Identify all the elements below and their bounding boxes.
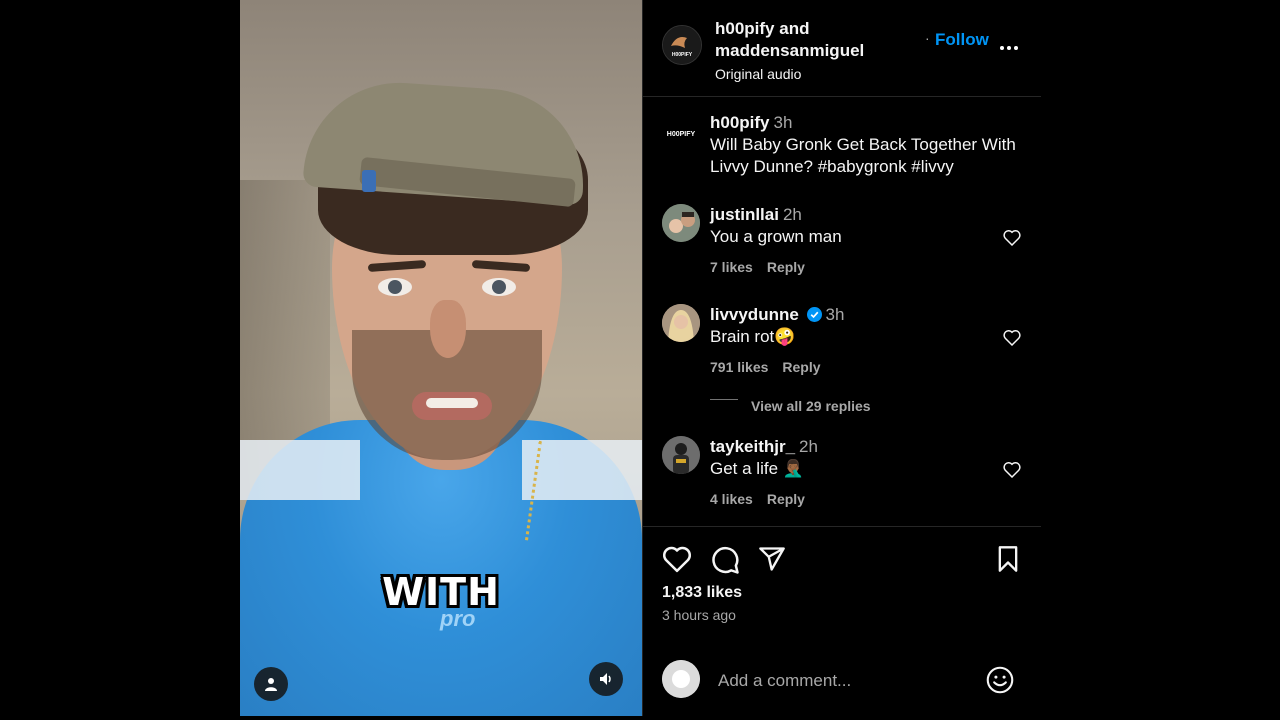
video-person-nose bbox=[430, 300, 466, 358]
post-panel: H00PIFY h00pify and maddensanmiguel Orig… bbox=[642, 0, 1041, 716]
comment-icon[interactable] bbox=[710, 545, 740, 575]
post-author-name[interactable]: h00pify bbox=[710, 113, 770, 132]
audio-link[interactable]: Original audio bbox=[715, 66, 864, 82]
post-header: H00PIFY h00pify and maddensanmiguel Orig… bbox=[643, 0, 1041, 97]
comment-avatar[interactable] bbox=[662, 436, 700, 474]
emoji-icon[interactable] bbox=[986, 666, 1014, 694]
comment-like-heart-icon[interactable] bbox=[1003, 461, 1021, 478]
comment-likes[interactable]: 791 likes bbox=[710, 359, 768, 375]
mute-toggle-button[interactable] bbox=[589, 662, 623, 696]
comment-avatar[interactable] bbox=[662, 304, 700, 342]
video-cap-tag bbox=[362, 170, 376, 192]
comment-like-heart-icon[interactable] bbox=[1003, 329, 1021, 346]
video-left-eye bbox=[378, 278, 412, 296]
dot-separator: · bbox=[925, 30, 930, 46]
coauthor-name[interactable]: maddensanmiguel bbox=[715, 41, 864, 61]
comment-avatar-image bbox=[662, 204, 700, 242]
reply-button[interactable]: Reply bbox=[767, 259, 805, 275]
heart-icon[interactable] bbox=[662, 545, 692, 573]
reel-video[interactable]: WITH pro bbox=[240, 0, 642, 716]
add-comment-row bbox=[643, 654, 1041, 706]
comment-username[interactable]: justinllai bbox=[710, 205, 779, 224]
bookmark-icon[interactable] bbox=[995, 545, 1021, 573]
tagged-users-button[interactable] bbox=[254, 667, 288, 701]
comment-avatar[interactable] bbox=[662, 204, 700, 242]
video-right-eye bbox=[482, 278, 516, 296]
speaker-icon bbox=[600, 673, 611, 685]
reply-button[interactable]: Reply bbox=[782, 359, 820, 375]
comments-list[interactable]: H00PIFY h00pify 3h Will Baby Gronk Get Ba… bbox=[643, 96, 1041, 527]
post-author-avatar[interactable]: H00PIFY bbox=[662, 114, 700, 152]
post-author-avatar-image: H00PIFY bbox=[667, 131, 696, 138]
author-name[interactable]: h00pify and bbox=[715, 19, 809, 38]
more-options-icon[interactable] bbox=[999, 34, 1019, 57]
author-avatar-text: H00PIFY bbox=[672, 52, 693, 58]
current-user-avatar-image bbox=[662, 660, 700, 698]
post-timestamp: 3 hours ago bbox=[662, 607, 736, 623]
author-avatar-image: H00PIFY bbox=[663, 26, 701, 64]
shirt-logo: pro bbox=[440, 606, 476, 631]
view-replies-button[interactable]: View all 29 replies bbox=[751, 398, 871, 414]
video-person-teeth bbox=[426, 398, 478, 408]
comment-like-heart-icon[interactable] bbox=[1003, 229, 1021, 246]
post-time: 3h bbox=[773, 113, 793, 132]
comment-avatar-image bbox=[662, 304, 700, 342]
comment-likes[interactable]: 7 likes bbox=[710, 259, 753, 275]
comment-username[interactable]: livvydunne bbox=[710, 305, 799, 324]
follow-button[interactable]: Follow bbox=[935, 30, 989, 50]
comment-avatar-image bbox=[662, 436, 700, 474]
comment-time: 2h bbox=[799, 437, 818, 456]
comment-time: 3h bbox=[825, 305, 845, 324]
add-comment-input[interactable] bbox=[716, 668, 980, 694]
post-text-line2: Livvy Dunne? #babygronk #livvy bbox=[710, 157, 954, 176]
comment-time: 2h bbox=[782, 205, 802, 224]
comment-text: Brain rot🤪 bbox=[710, 327, 796, 346]
comment-text: You a grown man bbox=[710, 227, 842, 246]
more-dots bbox=[1000, 46, 1018, 50]
comment-text: Get a life 🤦🏾‍♂️ bbox=[710, 459, 804, 478]
comment-username[interactable]: taykeithjr_ bbox=[710, 437, 795, 456]
post-author-avatar-text: H00PIFY bbox=[667, 131, 696, 138]
replies-divider bbox=[710, 399, 738, 400]
author-avatar[interactable]: H00PIFY bbox=[662, 25, 702, 65]
send-icon[interactable] bbox=[758, 545, 786, 573]
verified-badge-icon bbox=[806, 307, 822, 322]
video-shirt-stripe-left bbox=[240, 440, 360, 500]
current-user-avatar bbox=[662, 660, 700, 698]
reply-button[interactable]: Reply bbox=[767, 491, 805, 507]
likes-count[interactable]: 1,833 likes bbox=[662, 584, 742, 602]
comment-likes[interactable]: 4 likes bbox=[710, 491, 753, 507]
user-icon bbox=[265, 678, 277, 691]
post-text-line1: Will Baby Gronk Get Back Together With bbox=[710, 135, 1016, 154]
author-names-line1[interactable]: h00pify and bbox=[715, 19, 864, 39]
